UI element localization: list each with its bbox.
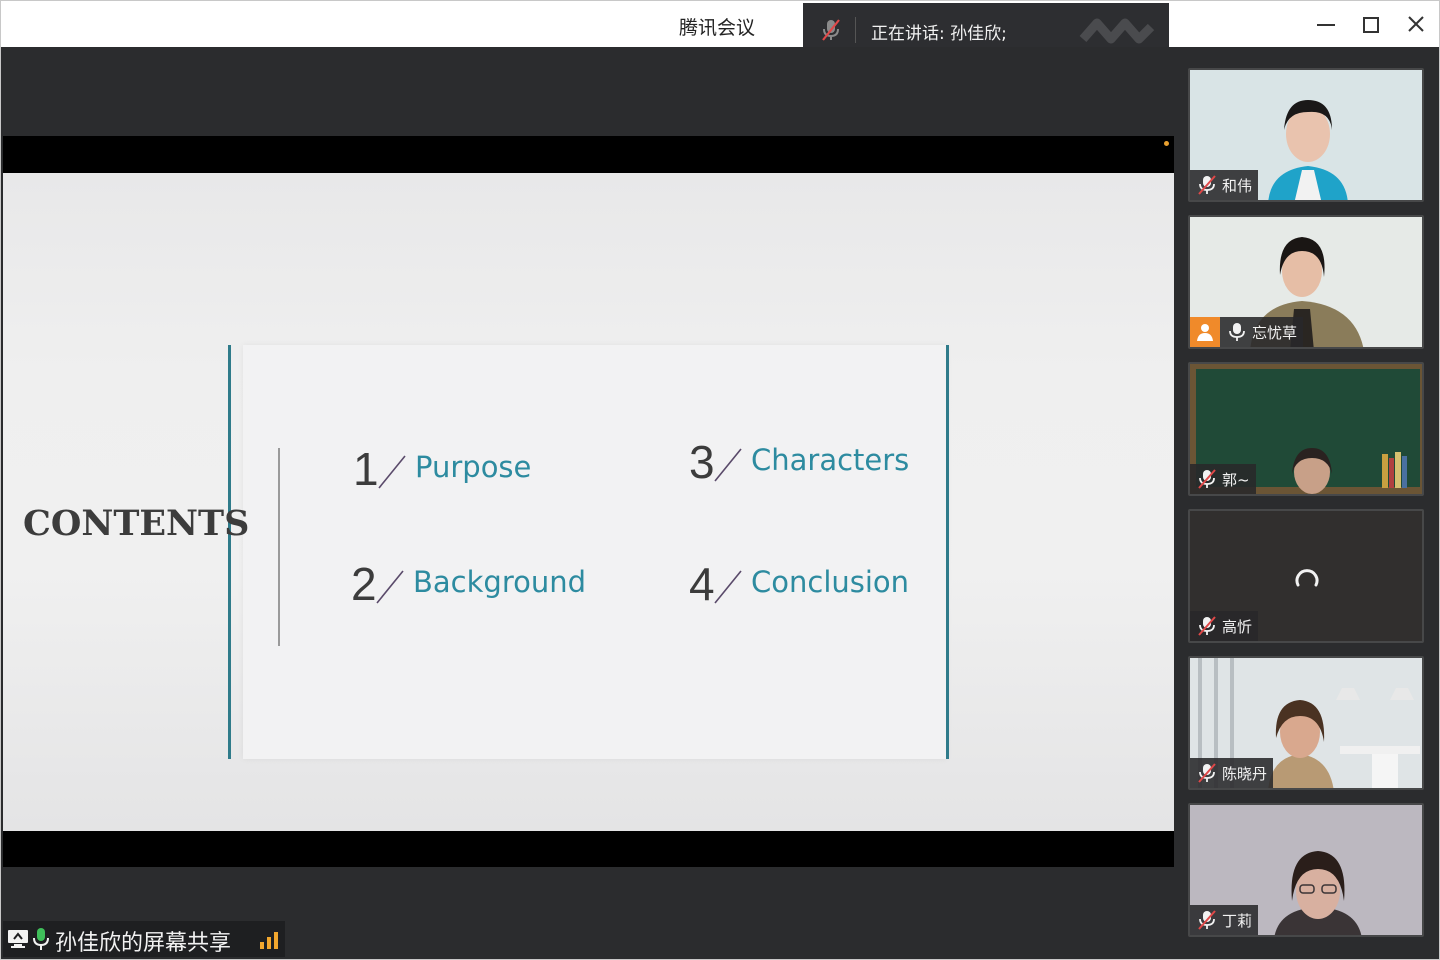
contents-item: 4 Conclusion — [689, 561, 909, 607]
letterbox-top — [3, 136, 1174, 173]
slash-icon — [378, 455, 406, 489]
maximize-button[interactable] — [1356, 11, 1386, 39]
participant-name-tag: 郭~ — [1190, 464, 1256, 494]
letterbox-bottom — [3, 831, 1174, 867]
slash-icon — [714, 448, 742, 482]
participant-list: 和伟 忘忧草 郭~ 高忻 陈晓丹 丁莉 — [1174, 47, 1439, 959]
participant-tile[interactable]: 高忻 — [1188, 509, 1424, 643]
item-label: Characters — [751, 443, 910, 477]
participant-name: 和伟 — [1222, 176, 1253, 195]
app-title: 腾讯会议 — [679, 17, 756, 39]
muted-mic-icon — [1198, 910, 1216, 930]
screen-share-status[interactable]: 孙佳欣的屏幕共享 — [3, 921, 285, 957]
maximize-icon — [1363, 17, 1379, 33]
contents-item: 2 Background — [351, 561, 586, 607]
item-label: Conclusion — [751, 565, 910, 599]
speaking-text: 正在讲话: 孙佳欣; — [871, 24, 1007, 44]
contents-card — [243, 345, 947, 759]
participant-tile[interactable]: 和伟 — [1188, 68, 1424, 202]
minimize-icon — [1317, 24, 1335, 26]
participant-name-tag: 丁莉 — [1190, 905, 1259, 935]
participant-tile[interactable]: 忘忧草 — [1188, 215, 1424, 349]
left-accent-rule — [228, 345, 231, 759]
item-label: Purpose — [415, 450, 532, 484]
participant-name: 陈晓丹 — [1222, 764, 1268, 783]
participant-name-tag: 陈晓丹 — [1190, 758, 1274, 788]
muted-mic-icon — [1198, 763, 1216, 783]
participant-name: 忘忧草 — [1252, 323, 1298, 342]
close-button[interactable] — [1401, 11, 1431, 39]
title-bar: 腾讯会议 — [1, 1, 1439, 47]
share-status-text: 孙佳欣的屏幕共享 — [55, 931, 232, 956]
participant-name: 郭~ — [1222, 470, 1250, 489]
participant-name-tag: 忘忧草 — [1190, 317, 1304, 347]
shared-screen: CONTENTS 1 Purpose 2 Background 3 Charac… — [3, 47, 1174, 959]
contents-item: 3 Characters — [689, 439, 909, 485]
slash-icon — [376, 570, 404, 604]
muted-mic-icon[interactable] — [819, 17, 843, 43]
presentation-slide: CONTENTS 1 Purpose 2 Background 3 Charac… — [3, 173, 1174, 831]
item-label: Background — [413, 565, 587, 599]
participant-tile[interactable]: 陈晓丹 — [1188, 656, 1424, 790]
contents-item: 1 Purpose — [353, 446, 531, 492]
inner-divider — [278, 448, 280, 646]
right-accent-rule — [946, 345, 949, 759]
participant-tile[interactable]: 丁莉 — [1188, 803, 1424, 937]
tencent-meeting-logo-icon — [1079, 18, 1155, 44]
participant-name-tag: 高忻 — [1190, 611, 1259, 641]
slash-icon — [714, 570, 742, 604]
mic-icon — [1229, 323, 1245, 341]
muted-mic-icon — [1198, 175, 1216, 195]
screen-share-icon — [8, 930, 28, 948]
indicator-dot — [1164, 141, 1169, 146]
muted-mic-icon — [1198, 469, 1216, 489]
participant-name: 丁莉 — [1222, 911, 1253, 930]
participant-tile[interactable]: 郭~ — [1188, 362, 1424, 496]
divider — [855, 17, 856, 43]
close-icon — [1408, 16, 1424, 32]
mic-icon — [33, 928, 49, 950]
slide-title: CONTENTS — [23, 503, 250, 544]
person-icon — [1190, 317, 1220, 347]
participant-name: 高忻 — [1222, 617, 1253, 636]
meeting-window: 腾讯会议 正在讲话: 孙佳欣; CONTENTS 1 Purpose 2 Bac… — [0, 0, 1440, 960]
muted-mic-icon — [1198, 616, 1216, 636]
minimize-button[interactable] — [1311, 11, 1341, 39]
loading-spinner-icon — [1295, 569, 1319, 587]
signal-strength-icon — [260, 932, 278, 949]
participant-name-tag: 和伟 — [1190, 170, 1259, 200]
